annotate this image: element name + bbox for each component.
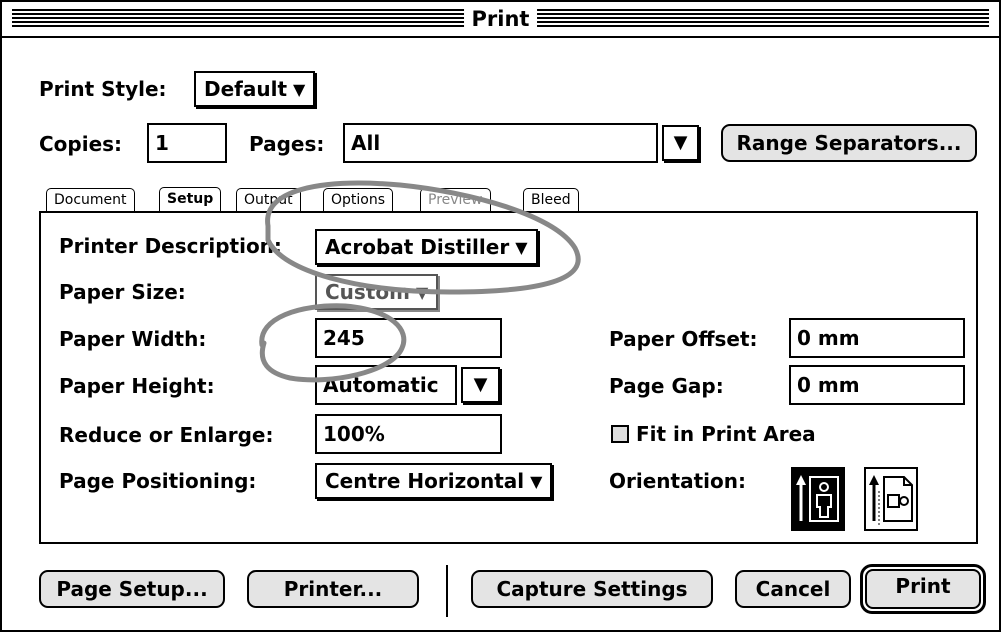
- paper-offset-label: Paper Offset:: [609, 327, 758, 351]
- tab-bleed[interactable]: Bleed: [523, 188, 579, 212]
- copies-field[interactable]: 1: [147, 123, 227, 163]
- pages-label: Pages:: [249, 132, 325, 156]
- printer-description-label: Printer Description:: [59, 234, 282, 258]
- page-positioning-popup[interactable]: Centre Horizontal ▼: [315, 463, 553, 499]
- capture-settings-button[interactable]: Capture Settings: [471, 570, 713, 608]
- chevron-down-icon: ▼: [293, 80, 306, 99]
- pages-field[interactable]: All: [343, 123, 658, 163]
- tab-preview[interactable]: Preview: [420, 188, 491, 212]
- fit-in-print-area-checkbox[interactable]: [611, 425, 629, 443]
- paper-width-label: Paper Width:: [59, 327, 207, 351]
- page-gap-label: Page Gap:: [609, 374, 724, 398]
- printer-description-value: Acrobat Distiller: [325, 235, 510, 259]
- paper-width-field[interactable]: 245: [315, 318, 502, 358]
- paper-height-dropdown-arrow[interactable]: ▼: [461, 367, 500, 403]
- tab-document[interactable]: Document: [46, 188, 135, 212]
- page-positioning-value: Centre Horizontal: [325, 469, 525, 493]
- fit-in-print-area-label: Fit in Print Area: [636, 422, 816, 446]
- reduce-enlarge-label: Reduce or Enlarge:: [59, 423, 274, 447]
- printer-description-popup[interactable]: Acrobat Distiller ▼: [315, 229, 538, 265]
- window-title: Print: [463, 5, 538, 33]
- chevron-down-icon: ▼: [415, 283, 429, 302]
- landscape-orientation-icon: [869, 475, 913, 525]
- paper-height-label: Paper Height:: [59, 374, 215, 398]
- paper-size-value: Custom: [325, 280, 410, 304]
- tab-output[interactable]: Output: [236, 188, 301, 212]
- print-button[interactable]: Print: [860, 564, 986, 614]
- print-style-value: Default: [204, 77, 288, 101]
- paper-size-label: Paper Size:: [59, 280, 186, 304]
- orientation-landscape-button[interactable]: [864, 467, 918, 531]
- page-positioning-label: Page Positioning:: [59, 469, 257, 493]
- chevron-down-icon: ▼: [673, 132, 688, 153]
- title-bar[interactable]: Print: [2, 2, 999, 38]
- cancel-button[interactable]: Cancel: [735, 570, 851, 608]
- page-gap-field[interactable]: 0 mm: [789, 365, 965, 405]
- tab-options[interactable]: Options: [323, 188, 394, 212]
- paper-offset-field[interactable]: 0 mm: [789, 318, 965, 358]
- print-dialog: Print Print Style: Default ▼ Copies: 1 Pa…: [0, 0, 1001, 632]
- printer-button[interactable]: Printer...: [247, 570, 419, 608]
- chevron-down-icon: ▼: [473, 374, 488, 395]
- paper-height-field[interactable]: Automatic: [315, 365, 457, 405]
- copies-label: Copies:: [39, 132, 123, 156]
- print-button-label: Print: [865, 569, 981, 609]
- orientation-label: Orientation:: [609, 469, 746, 493]
- chevron-down-icon: ▼: [530, 472, 543, 491]
- orientation-portrait-button[interactable]: [791, 467, 845, 531]
- page-setup-button[interactable]: Page Setup...: [39, 570, 225, 608]
- print-style-label: Print Style:: [39, 77, 167, 101]
- paper-size-popup[interactable]: Custom ▼: [315, 274, 439, 310]
- reduce-enlarge-field[interactable]: 100%: [315, 414, 502, 454]
- range-separators-button[interactable]: Range Separators...: [721, 124, 977, 162]
- print-style-popup[interactable]: Default ▼: [194, 71, 316, 107]
- chevron-down-icon: ▼: [515, 238, 528, 257]
- pages-dropdown-arrow[interactable]: ▼: [662, 125, 699, 161]
- portrait-orientation-icon: [796, 475, 839, 522]
- button-divider: [446, 565, 448, 617]
- tab-setup[interactable]: Setup: [159, 187, 222, 213]
